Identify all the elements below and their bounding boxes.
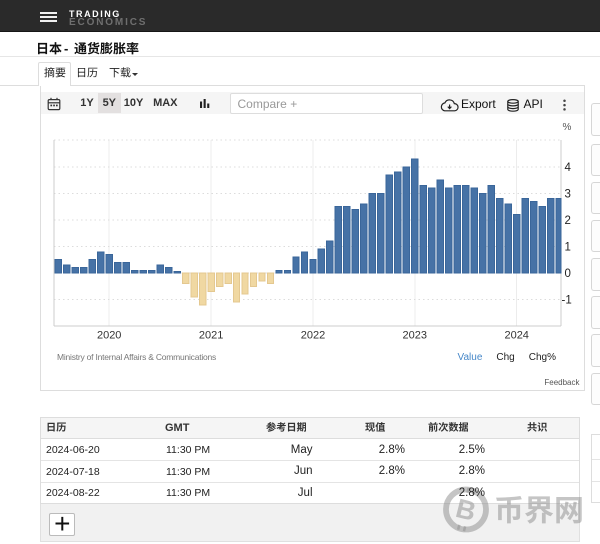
svg-text:%: %: [563, 122, 572, 133]
svg-text:1: 1: [565, 241, 571, 253]
svg-text:2: 2: [565, 215, 571, 227]
svg-text:2024: 2024: [504, 330, 528, 342]
svg-text:0: 0: [565, 268, 571, 280]
svg-text:2022: 2022: [301, 330, 325, 342]
svg-text:2021: 2021: [199, 330, 223, 342]
svg-text:4: 4: [565, 162, 572, 174]
svg-text:3: 3: [565, 188, 571, 200]
svg-text:2023: 2023: [403, 330, 427, 342]
svg-text:-1: -1: [562, 295, 572, 307]
svg-text:2020: 2020: [97, 330, 121, 342]
